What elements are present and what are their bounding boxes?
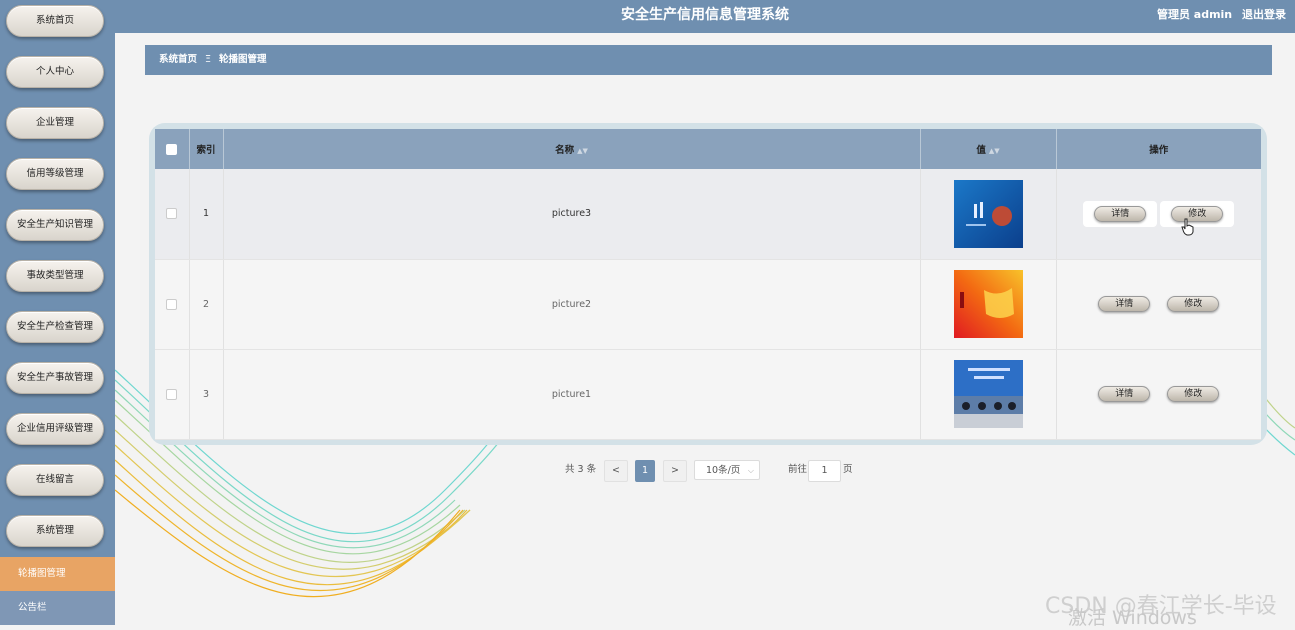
data-table: 索引 名称 ▲▼ 值 ▲▼ 操作 1 picture3 详情 修改 2 pict… bbox=[155, 129, 1261, 440]
row-checkbox[interactable] bbox=[166, 388, 178, 400]
carousel-thumbnail-image bbox=[953, 360, 1023, 428]
chevron-down-icon: ⌵ bbox=[747, 466, 754, 475]
table-row: 1 picture3 详情 修改 bbox=[155, 169, 1261, 260]
row-checkbox-cell[interactable] bbox=[155, 169, 190, 260]
sidebar-item-system[interactable]: 系统管理 bbox=[6, 515, 104, 547]
edit-button-wrap: 修改 bbox=[1160, 200, 1235, 227]
edit-button[interactable]: 修改 bbox=[1167, 386, 1220, 402]
row-index: 2 bbox=[189, 259, 224, 350]
sidebar-item-safety-accident[interactable]: 安全生产事故管理 bbox=[6, 362, 104, 394]
sidebar-item-credit-level[interactable]: 信用等级管理 bbox=[6, 158, 104, 190]
carousel-thumbnail-image bbox=[953, 179, 1023, 248]
row-image-cell bbox=[920, 259, 1057, 350]
table-header-row: 索引 名称 ▲▼ 值 ▲▼ 操作 bbox=[155, 129, 1261, 169]
row-name: picture1 bbox=[223, 349, 921, 440]
detail-button-wrap: 详情 bbox=[1083, 200, 1158, 227]
row-checkbox[interactable] bbox=[166, 208, 178, 220]
carousel-thumbnail-image bbox=[953, 270, 1023, 338]
row-index: 1 bbox=[189, 169, 224, 260]
edit-button[interactable]: 修改 bbox=[1171, 205, 1224, 222]
top-bar: 安全生产信用信息管理系统 管理员 admin 退出登录 bbox=[115, 0, 1295, 33]
sidebar-item-accident-type[interactable]: 事故类型管理 bbox=[6, 260, 104, 292]
breadcrumb: 系统首页 Ξ 轮播图管理 bbox=[145, 45, 1272, 75]
row-name: picture3 bbox=[223, 169, 921, 260]
breadcrumb-current: 轮播图管理 bbox=[219, 54, 267, 65]
next-page-button[interactable]: > bbox=[663, 460, 687, 482]
row-checkbox[interactable] bbox=[166, 298, 178, 310]
app-title: 安全生产信用信息管理系统 bbox=[621, 7, 789, 23]
header-value-label: 值 bbox=[976, 145, 986, 156]
header-index: 索引 bbox=[189, 129, 224, 169]
sort-icon[interactable]: ▲▼ bbox=[577, 147, 588, 155]
header-select-all[interactable] bbox=[155, 129, 190, 169]
pagination-total: 共 3 条 bbox=[565, 464, 597, 475]
header-name-label: 名称 bbox=[555, 145, 575, 156]
row-name: picture2 bbox=[223, 259, 921, 350]
row-checkbox-cell[interactable] bbox=[155, 349, 190, 440]
row-image-cell bbox=[920, 169, 1057, 260]
sidebar: 系统首页 个人中心 企业管理 信用等级管理 安全生产知识管理 事故类型管理 安全… bbox=[0, 0, 115, 625]
data-table-container: 索引 名称 ▲▼ 值 ▲▼ 操作 1 picture3 详情 修改 2 pict… bbox=[149, 123, 1267, 445]
header-name[interactable]: 名称 ▲▼ bbox=[223, 129, 921, 169]
row-actions: 详情 修改 bbox=[1056, 169, 1261, 260]
header-value[interactable]: 值 ▲▼ bbox=[920, 129, 1057, 169]
select-all-checkbox[interactable] bbox=[166, 143, 178, 155]
hand-cursor-icon bbox=[1181, 218, 1194, 236]
detail-button[interactable]: 详情 bbox=[1098, 386, 1151, 402]
row-actions: 详情 修改 bbox=[1056, 259, 1261, 350]
breadcrumb-home[interactable]: 系统首页 bbox=[159, 54, 197, 65]
goto-label: 前往 bbox=[788, 464, 808, 475]
sort-icon[interactable]: ▲▼ bbox=[989, 147, 1000, 155]
sidebar-item-messages[interactable]: 在线留言 bbox=[6, 464, 104, 496]
sidebar-item-home[interactable]: 系统首页 bbox=[6, 5, 104, 37]
header-actions: 操作 bbox=[1149, 145, 1169, 156]
page-size-value: 10条/页 bbox=[706, 465, 741, 476]
logout-link[interactable]: 退出登录 bbox=[1242, 8, 1286, 21]
user-label: 管理员 admin bbox=[1156, 8, 1233, 21]
page-suffix: 页 bbox=[843, 464, 853, 475]
user-area: 管理员 admin 退出登录 bbox=[1151, 0, 1286, 30]
page-1-button[interactable]: 1 bbox=[635, 460, 655, 482]
breadcrumb-separator: Ξ bbox=[205, 54, 212, 65]
row-image-cell bbox=[920, 349, 1057, 440]
sidebar-subitem-carousel[interactable]: 轮播图管理 bbox=[0, 557, 115, 591]
row-index: 3 bbox=[189, 349, 224, 440]
prev-page-button[interactable]: < bbox=[604, 460, 628, 482]
row-checkbox-cell[interactable] bbox=[155, 259, 190, 350]
sidebar-item-personal-center[interactable]: 个人中心 bbox=[6, 56, 104, 88]
detail-button[interactable]: 详情 bbox=[1094, 205, 1147, 222]
windows-activation-watermark: 激活 Windows bbox=[1068, 607, 1197, 629]
sidebar-subitem-notice[interactable]: 公告栏 bbox=[0, 591, 115, 625]
detail-button[interactable]: 详情 bbox=[1098, 296, 1151, 312]
row-actions: 详情 修改 bbox=[1056, 349, 1261, 440]
sidebar-item-credit-rating[interactable]: 企业信用评级管理 bbox=[6, 413, 104, 445]
sidebar-item-safety-inspection[interactable]: 安全生产检查管理 bbox=[6, 311, 104, 343]
table-row: 2 picture2 详情 修改 bbox=[155, 259, 1261, 350]
goto-page-input[interactable]: 1 bbox=[808, 460, 841, 482]
sidebar-item-enterprise[interactable]: 企业管理 bbox=[6, 107, 104, 139]
edit-button[interactable]: 修改 bbox=[1167, 296, 1220, 312]
table-row: 3 picture1 详情 修改 bbox=[155, 349, 1261, 440]
page-size-select[interactable]: 10条/页 ⌵ bbox=[694, 460, 760, 480]
sidebar-item-safety-knowledge[interactable]: 安全生产知识管理 bbox=[6, 209, 104, 241]
